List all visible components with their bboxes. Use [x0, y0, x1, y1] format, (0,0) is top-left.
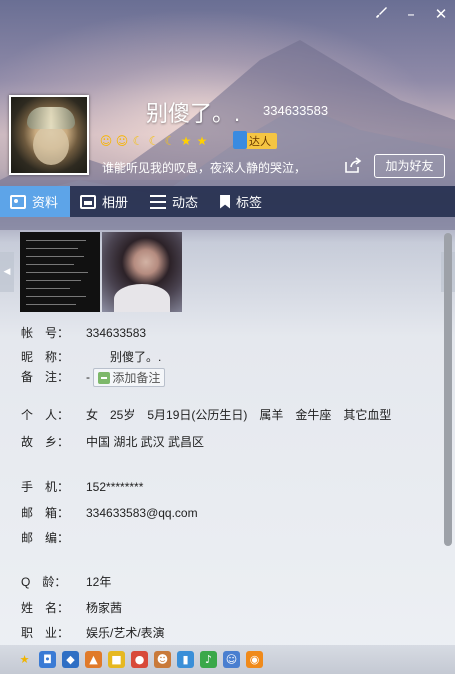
profile-card-icon [10, 194, 26, 209]
moon-icon: ☾ [148, 134, 160, 148]
scrollbar[interactable] [444, 233, 452, 546]
edit-note-icon [98, 371, 111, 384]
music-icon[interactable]: ♪ [200, 651, 217, 668]
photo-album-icon [80, 194, 97, 209]
info-personal: 个 人： 女 25岁 5月19日(公历生日) 属羊 金牛座 其它血型 [21, 406, 391, 423]
info-value: 334633583 [86, 326, 147, 340]
minimize-button[interactable]: – [403, 6, 419, 22]
photo-strip [20, 232, 182, 312]
info-name: 姓 名： 杨家茜 [21, 599, 122, 616]
shield-icon[interactable]: ◆ [62, 651, 79, 668]
info-value: 152******** [86, 480, 144, 494]
paintbrush-icon[interactable] [373, 6, 389, 22]
info-value: 12年 [86, 575, 112, 589]
close-button[interactable]: ✕ [433, 6, 449, 22]
info-label: 邮 编： [21, 531, 70, 545]
info-phone: 手 机： 152******** [21, 478, 143, 495]
sun-icon: ☺ [115, 134, 129, 148]
tab-profile-label: 资料 [32, 195, 59, 210]
info-label: 帐 号： [21, 326, 70, 340]
add-friend-button[interactable]: 加为好友 [374, 154, 445, 178]
info-value: 娱乐/艺术/表演 [86, 626, 165, 640]
feed-list-icon [150, 194, 167, 209]
info-label: 手 机： [21, 480, 70, 494]
info-label: 邮 箱： [21, 506, 70, 520]
info-label: 职 业： [21, 626, 70, 640]
profile-qq-number: 334633583 [263, 103, 329, 118]
tag-icon [220, 194, 231, 209]
info-postcode: 邮 编： [21, 529, 86, 546]
talent-badge[interactable]: 达人 [233, 131, 277, 149]
info-nickname: 昵 称： 别傻了。. [21, 348, 161, 365]
moon-icon: ☾ [164, 134, 176, 148]
photo-prev-arrow[interactable]: ◀ [0, 252, 14, 292]
tab-tags-label: 标签 [236, 195, 263, 210]
people-icon[interactable]: ☺ [223, 651, 240, 668]
tab-profile[interactable]: 资料 [0, 186, 71, 217]
info-label: Q 龄： [21, 575, 67, 589]
moon-icon: ☾ [132, 134, 144, 148]
photo-fur-collar [114, 284, 170, 312]
info-label: 姓 名： [21, 601, 70, 615]
phone-icon[interactable]: ▮ [177, 651, 194, 668]
info-value: 334633583@qq.com [86, 506, 198, 520]
tab-feed[interactable]: 动态 [140, 186, 210, 217]
info-remark: 备 注： - 添加备注 [21, 368, 166, 388]
game-icon[interactable]: ● [131, 651, 148, 668]
info-label: 昵 称： [21, 350, 70, 364]
info-qage: Q 龄： 12年 [21, 573, 111, 590]
talent-badge-label: 达人 [249, 136, 271, 148]
info-label: 故 乡： [21, 435, 70, 449]
info-job: 职 业： 娱乐/艺术/表演 [21, 624, 165, 641]
info-label: 备 注： [21, 370, 70, 384]
app-toolbar: ★ ◘ ◆ ▲ ■ ● ☻ ▮ ♪ ☺ ◉ [0, 645, 455, 674]
star-icon: ★ [180, 134, 192, 148]
avatar-face [33, 125, 69, 165]
photo-thumbnail[interactable] [102, 232, 182, 312]
share-icon[interactable] [343, 156, 363, 176]
avatar[interactable] [9, 95, 89, 175]
profile-content: ◀ ▶ 帐 号：334633583 昵 称：别傻了。. 备 注：- 添加备注 个… [0, 217, 455, 645]
star-icon[interactable]: ★ [16, 651, 33, 668]
titlebar-controls: – ✕ [373, 6, 449, 22]
profile-window: – ✕ 别傻了。. 334633583 ☺ ☺ ☾ ☾ ☾ ★ ★ 达人 谁能听… [0, 0, 455, 674]
tab-tags[interactable]: 标签 [210, 186, 274, 217]
info-value: 中国 湖北 武汉 武昌区 [86, 435, 205, 449]
add-remark-button[interactable]: 添加备注 [93, 368, 166, 388]
lock-icon[interactable]: ■ [108, 651, 125, 668]
info-value: 杨家茜 [86, 601, 123, 615]
info-email: 邮 箱： 334633583@qq.com [21, 504, 198, 521]
avatar-mask [27, 107, 75, 129]
tab-feed-label: 动态 [172, 195, 199, 210]
camera-icon[interactable]: ◘ [39, 651, 56, 668]
sun-icon: ☺ [99, 134, 113, 148]
pet-icon[interactable]: ☻ [154, 651, 171, 668]
tab-album-label: 相册 [102, 195, 129, 210]
info-value: 别傻了。. [110, 350, 162, 364]
info-label: 个 人： [21, 408, 70, 422]
star-icon: ★ [196, 134, 208, 148]
profile-signature: 谁能听见我的叹息，夜深人静的哭泣， [102, 161, 307, 175]
info-value: 女 25岁 5月19日(公历生日) 属羊 金牛座 其它血型 [86, 408, 392, 422]
info-value: - [86, 370, 90, 384]
tab-album[interactable]: 相册 [70, 186, 140, 217]
penguin-icon[interactable]: ◉ [246, 651, 263, 668]
info-account: 帐 号： 334633583 [21, 324, 146, 341]
boat-icon[interactable]: ▲ [85, 651, 102, 668]
photo-thumbnail[interactable] [20, 232, 100, 312]
add-remark-label: 添加备注 [112, 371, 161, 386]
level-row: ☺ ☺ ☾ ☾ ☾ ★ ★ 达人 [99, 131, 277, 149]
profile-nickname: 别傻了。. [146, 101, 241, 126]
tab-bar: 资料 相册 动态 标签 [0, 186, 455, 217]
info-hometown: 故 乡： 中国 湖北 武汉 武昌区 [21, 433, 204, 450]
